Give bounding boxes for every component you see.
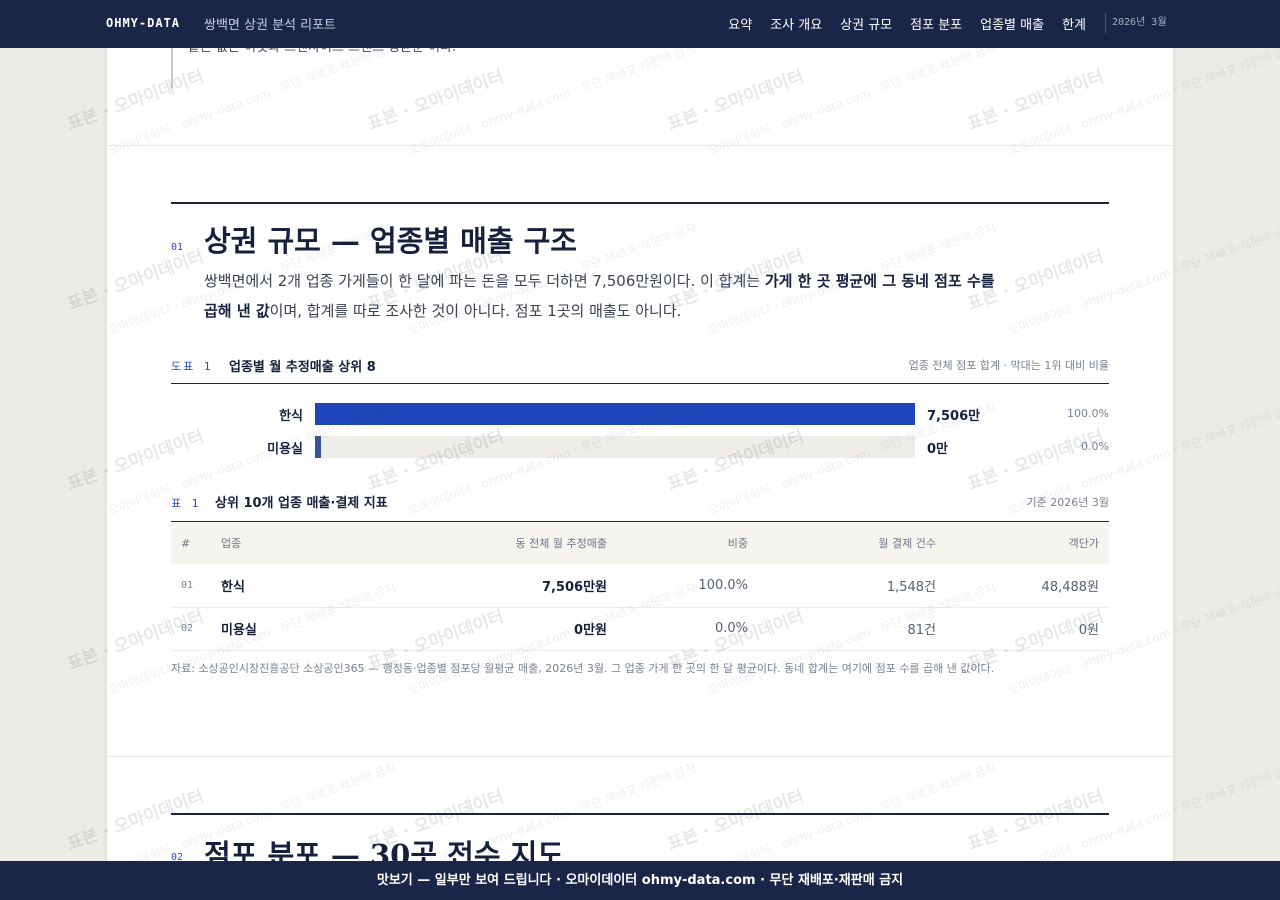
nav-link-overview[interactable]: 조사 개요 — [770, 14, 822, 33]
figure-title: 업종별 월 추정매출 상위 8 — [229, 360, 376, 375]
table-header-row: # 업종 동 전체 월 추정매출 비중 월 결제 건수 객단가 — [171, 522, 1109, 564]
cell-revenue: 0만원 — [371, 607, 617, 651]
cell-avg-ticket: 0원 — [946, 607, 1109, 651]
bar — [315, 403, 915, 425]
cell-industry: 미용실 — [211, 607, 371, 651]
section-rule — [171, 813, 1109, 815]
section-rule — [171, 202, 1109, 204]
table-title: 상위 10개 업종 매출·결제 지표 — [215, 496, 388, 511]
col-header-revenue: 동 전체 월 추정매출 — [371, 522, 617, 564]
cell-industry: 한식 — [211, 564, 371, 608]
section-divider — [107, 145, 1173, 146]
nav-link-market-size[interactable]: 상권 규모 — [840, 14, 892, 33]
bar-value-label: 0만 — [927, 442, 949, 457]
preview-footer-bar: 맛보기 — 일부만 보여 드립니다 · 오마이데이터 ohmy-data.com… — [0, 861, 1280, 900]
section-title: 상권 규모 — 업종별 매출 구조 — [204, 224, 577, 258]
cell-rank: 01 — [171, 564, 211, 608]
report-subtitle: 쌍백면 상권 분석 리포트 — [204, 18, 336, 33]
figure-caption: 도표 1 업종별 월 추정매출 상위 8 업종 전체 점포 합계 · 막대는 1… — [171, 354, 1109, 384]
bar-track — [315, 403, 915, 425]
cell-share: 0.0% — [617, 607, 758, 651]
top-nav-bar: OHMY-DATA 쌍백면 상권 분석 리포트 요약 조사 개요 상권 규모 점… — [0, 0, 1280, 48]
prev-quote-block: 붙는 값은 이것과 프랜차이즈 브랜드 평균뿐 이다. — [171, 40, 471, 88]
section-lead: 쌍백면에서 2개 업종 가게들이 한 달에 파는 돈을 모두 더하면 7,506… — [204, 266, 1004, 326]
nav-link-limitations[interactable]: 한계 — [1062, 14, 1086, 33]
cell-revenue: 7,506만원 — [371, 564, 617, 608]
col-header-transactions: 월 결제 건수 — [758, 522, 946, 564]
bar-track — [315, 436, 915, 458]
nav-link-store-distribution[interactable]: 점포 분포 — [910, 14, 962, 33]
cell-share: 100.0% — [617, 564, 758, 608]
bar-percent-label: 0.0% — [1081, 440, 1109, 453]
col-header-avg-ticket: 객단가 — [946, 522, 1109, 564]
figure-note: 업종 전체 점포 합계 · 막대는 1위 대비 비율 — [908, 359, 1109, 372]
bar-percent-label: 100.0% — [1067, 407, 1109, 420]
bar-row: 한식 7,506만 100.0% — [171, 403, 1109, 427]
col-header-rank: # — [171, 522, 211, 564]
cell-transactions: 1,548건 — [758, 564, 946, 608]
nav-links: 요약 조사 개요 상권 규모 점포 분포 업종별 매출 한계 — [728, 14, 1086, 33]
table-caption: 표 1 상위 10개 업종 매출·결제 지표 기준 2026년 3월 — [171, 490, 1109, 522]
col-header-industry: 업종 — [211, 522, 371, 564]
table-row: 01 한식 7,506만원 100.0% 1,548건 48,488원 — [171, 564, 1109, 608]
table-row: 02 미용실 0만원 0.0% 81건 0원 — [171, 607, 1109, 651]
bar-row: 미용실 0만 0.0% — [171, 436, 1109, 460]
report-paper: 붙는 값은 이것과 프랜차이즈 브랜드 평균뿐 이다. 01 상권 규모 — 업… — [107, 40, 1173, 900]
lead-text-2: 이며, 합계를 따로 조사한 것이 아니다. 점포 1곳의 매출도 아니다. — [269, 302, 682, 320]
bar-label: 미용실 — [267, 442, 303, 457]
report-date: 2026년 3월 — [1105, 13, 1167, 33]
nav-link-sales-by-industry[interactable]: 업종별 매출 — [980, 14, 1044, 33]
section-divider — [107, 756, 1173, 757]
cell-avg-ticket: 48,488원 — [946, 564, 1109, 608]
col-header-share: 비중 — [617, 522, 758, 564]
sales-table: # 업종 동 전체 월 추정매출 비중 월 결제 건수 객단가 01 한식 7,… — [171, 522, 1109, 651]
table-note: 기준 2026년 3월 — [1026, 496, 1109, 509]
table-label: 표 1 — [171, 497, 201, 510]
cell-transactions: 81건 — [758, 607, 946, 651]
bar-value-label: 7,506만 — [927, 409, 981, 424]
lead-text-1: 쌍백면에서 2개 업종 가게들이 한 달에 파는 돈을 모두 더하면 7,506… — [204, 272, 765, 290]
bar — [315, 436, 321, 458]
nav-link-summary[interactable]: 요약 — [728, 14, 752, 33]
brand-logo[interactable]: OHMY-DATA — [106, 16, 180, 30]
section-number: 01 — [171, 242, 184, 253]
bar-label: 한식 — [279, 409, 303, 424]
figure-label: 도표 1 — [171, 360, 213, 373]
cell-rank: 02 — [171, 607, 211, 651]
source-note: 자료: 소상공인시장진흥공단 소상공인365 — 행정동·업종별 점포당 월평균… — [171, 662, 995, 675]
